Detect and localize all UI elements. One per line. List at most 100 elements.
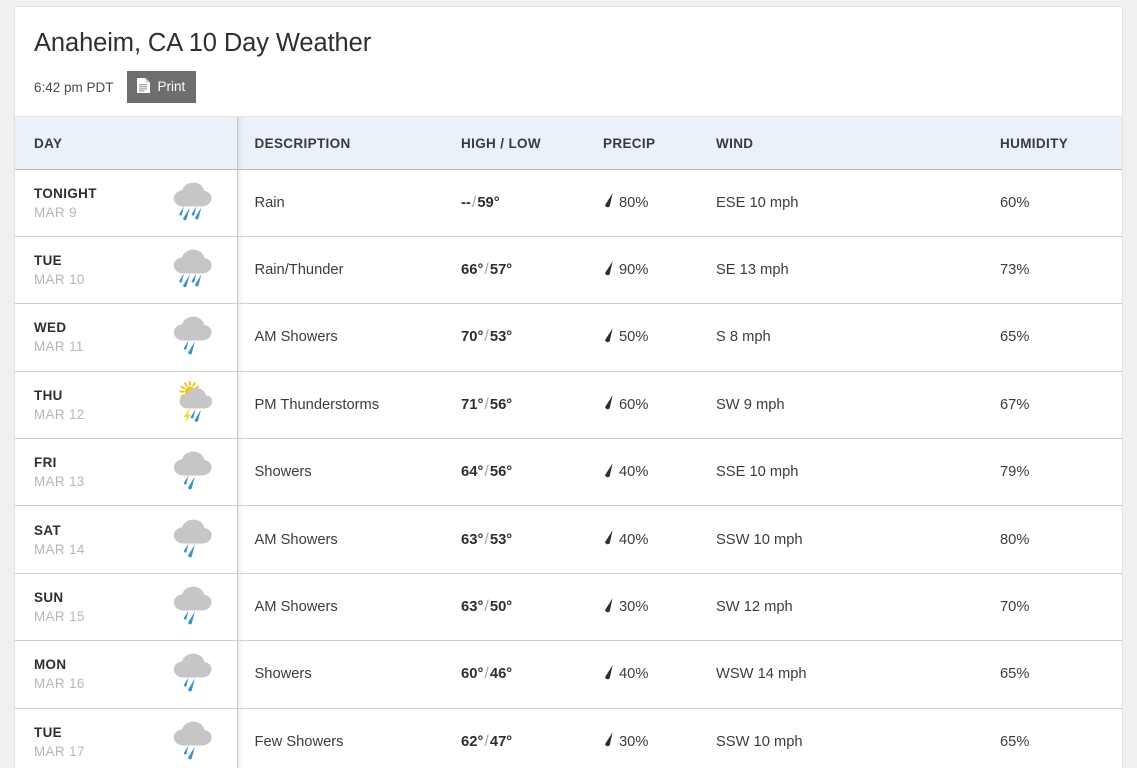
high-low-value: 63°/53° xyxy=(461,530,513,548)
humidity-cell: 65% xyxy=(996,708,1122,768)
showers-icon xyxy=(171,583,217,631)
wind-value: SSW 10 mph xyxy=(716,733,803,750)
table-row[interactable]: SUN MAR 15 AM Showers 63°/50° 30% SW 12 mph 70… xyxy=(15,573,1122,642)
description-cell: Few Showers xyxy=(237,708,459,768)
table-row[interactable]: TUE MAR 17 Few Showers 62°/47° 30% SSW 10 mph… xyxy=(15,708,1122,768)
humidity-value: 70% xyxy=(1000,599,1030,616)
raindrop-icon xyxy=(603,394,615,415)
header-subrow: 6:42 pm PDT Print xyxy=(34,71,1122,103)
raindrop-icon xyxy=(603,597,615,618)
day-name: SAT xyxy=(34,522,61,538)
column-header-high-low[interactable]: HIGH / LOW xyxy=(459,117,601,170)
rain-icon xyxy=(171,246,217,294)
humidity-cell: 67% xyxy=(996,371,1122,440)
wind-cell: SSW 10 mph xyxy=(706,708,996,768)
precip-value: 50% xyxy=(619,329,649,346)
day-cell[interactable]: SAT MAR 14 xyxy=(15,505,244,574)
humidity-cell: 70% xyxy=(996,573,1122,642)
sun-cloud-thunderstorm-icon xyxy=(171,380,217,429)
precip-cell: 60% xyxy=(601,371,706,440)
showers-icon xyxy=(171,516,217,564)
column-header-day[interactable]: DAY xyxy=(15,117,244,170)
precip-value: 60% xyxy=(619,396,649,413)
column-header-humidity[interactable]: HUMIDITY xyxy=(996,117,1122,170)
wind-value: SW 9 mph xyxy=(716,396,785,413)
high-low-cell: 62°/47° xyxy=(459,708,601,768)
wind-value: S 8 mph xyxy=(716,329,771,346)
showers-icon xyxy=(171,718,217,766)
description-cell: Showers xyxy=(237,438,459,507)
table-row[interactable]: THU MAR 12 PM Thunderstorms 71°/56° 60% SW 9 … xyxy=(15,371,1122,440)
day-cell[interactable]: MON MAR 16 xyxy=(15,640,244,709)
table-row[interactable]: FRI MAR 13 Showers 64°/56° 40% SSE 10 mph 79% xyxy=(15,438,1122,507)
column-header-description[interactable]: DESCRIPTION xyxy=(237,117,459,170)
raindrop-icon xyxy=(603,462,615,483)
document-icon xyxy=(136,77,151,97)
raindrop-icon xyxy=(603,260,615,281)
table-row[interactable]: WED MAR 11 AM Showers 70°/53° 50% S 8 mph 65% xyxy=(15,303,1122,372)
day-cell[interactable]: TUE MAR 17 xyxy=(15,708,244,768)
humidity-cell: 73% xyxy=(996,236,1122,305)
day-date: MAR 11 xyxy=(34,339,84,355)
precip-cell: 50% xyxy=(601,303,706,372)
rain-icon xyxy=(171,179,217,227)
humidity-value: 65% xyxy=(1000,666,1030,683)
wind-value: SSW 10 mph xyxy=(716,531,803,548)
high-low-cell: 63°/50° xyxy=(459,573,601,642)
high-low-cell: 60°/46° xyxy=(459,640,601,709)
humidity-value: 80% xyxy=(1000,531,1030,548)
high-low-cell: 63°/53° xyxy=(459,505,601,574)
raindrop-icon xyxy=(603,731,615,752)
description-cell: AM Showers xyxy=(237,303,459,372)
high-low-value: 70°/53° xyxy=(461,328,513,346)
humidity-cell: 79% xyxy=(996,438,1122,507)
day-cell[interactable]: TONIGHT MAR 9 xyxy=(15,169,244,237)
high-low-cell: 71°/56° xyxy=(459,371,601,440)
day-cell[interactable]: FRI MAR 13 xyxy=(15,438,244,507)
local-time: 6:42 pm PDT xyxy=(34,79,114,95)
column-header-wind[interactable]: WIND xyxy=(706,117,996,170)
table-row[interactable]: TONIGHT MAR 9 Rain --/59° 80% ESE 10 mph 60% xyxy=(15,169,1122,237)
raindrop-icon xyxy=(603,664,615,685)
table-row[interactable]: MON MAR 16 Showers 60°/46° 40% WSW 14 mph 65% xyxy=(15,640,1122,709)
header-row: DAY DESCRIPTION HIGH / LOW PRECIP WIND H… xyxy=(15,117,1122,170)
wind-value: SE 13 mph xyxy=(716,262,789,279)
table-row[interactable]: TUE MAR 10 Rain/Thunder 66°/57° 90% SE 13 mph… xyxy=(15,236,1122,305)
day-cell[interactable]: SUN MAR 15 xyxy=(15,573,244,642)
day-cell[interactable]: WED MAR 11 xyxy=(15,303,244,372)
wind-cell: SSW 10 mph xyxy=(706,505,996,574)
precip-value: 80% xyxy=(619,194,649,211)
page-title: Anaheim, CA 10 Day Weather xyxy=(34,29,372,57)
precip-cell: 80% xyxy=(601,169,706,237)
humidity-cell: 80% xyxy=(996,505,1122,574)
high-low-value: 66°/57° xyxy=(461,261,513,279)
column-header-precip[interactable]: PRECIP xyxy=(601,117,706,170)
showers-icon xyxy=(171,448,217,496)
day-cell[interactable]: TUE MAR 10 xyxy=(15,236,244,305)
day-date: MAR 15 xyxy=(34,609,85,625)
high-low-value: 64°/56° xyxy=(461,463,513,481)
forecast-table: DAY DESCRIPTION HIGH / LOW PRECIP WIND H… xyxy=(15,117,1122,768)
precip-value: 30% xyxy=(619,599,649,616)
day-cell[interactable]: THU MAR 12 xyxy=(15,371,244,440)
table-row[interactable]: SAT MAR 14 AM Showers 63°/53° 40% SSW 10 mph 8… xyxy=(15,505,1122,574)
raindrop-icon xyxy=(603,192,615,213)
day-name: TUE xyxy=(34,253,62,269)
wind-value: WSW 14 mph xyxy=(716,666,807,683)
precip-cell: 90% xyxy=(601,236,706,305)
precip-cell: 40% xyxy=(601,438,706,507)
wind-cell: SW 9 mph xyxy=(706,371,996,440)
precip-value: 40% xyxy=(619,531,649,548)
high-low-cell: 66°/57° xyxy=(459,236,601,305)
day-date: MAR 16 xyxy=(34,676,85,692)
raindrop-icon xyxy=(603,327,615,348)
description-cell: AM Showers xyxy=(237,573,459,642)
day-name: MON xyxy=(34,657,67,673)
table-body: TONIGHT MAR 9 Rain --/59° 80% ESE 10 mph 60% TU… xyxy=(15,169,1122,768)
precip-value: 90% xyxy=(619,262,649,279)
print-button[interactable]: Print xyxy=(126,71,197,103)
forecast-card: Anaheim, CA 10 Day Weather 6:42 pm PDT P… xyxy=(14,6,1123,768)
humidity-value: 60% xyxy=(1000,194,1030,211)
humidity-cell: 65% xyxy=(996,640,1122,709)
high-low-value: 63°/50° xyxy=(461,598,513,616)
